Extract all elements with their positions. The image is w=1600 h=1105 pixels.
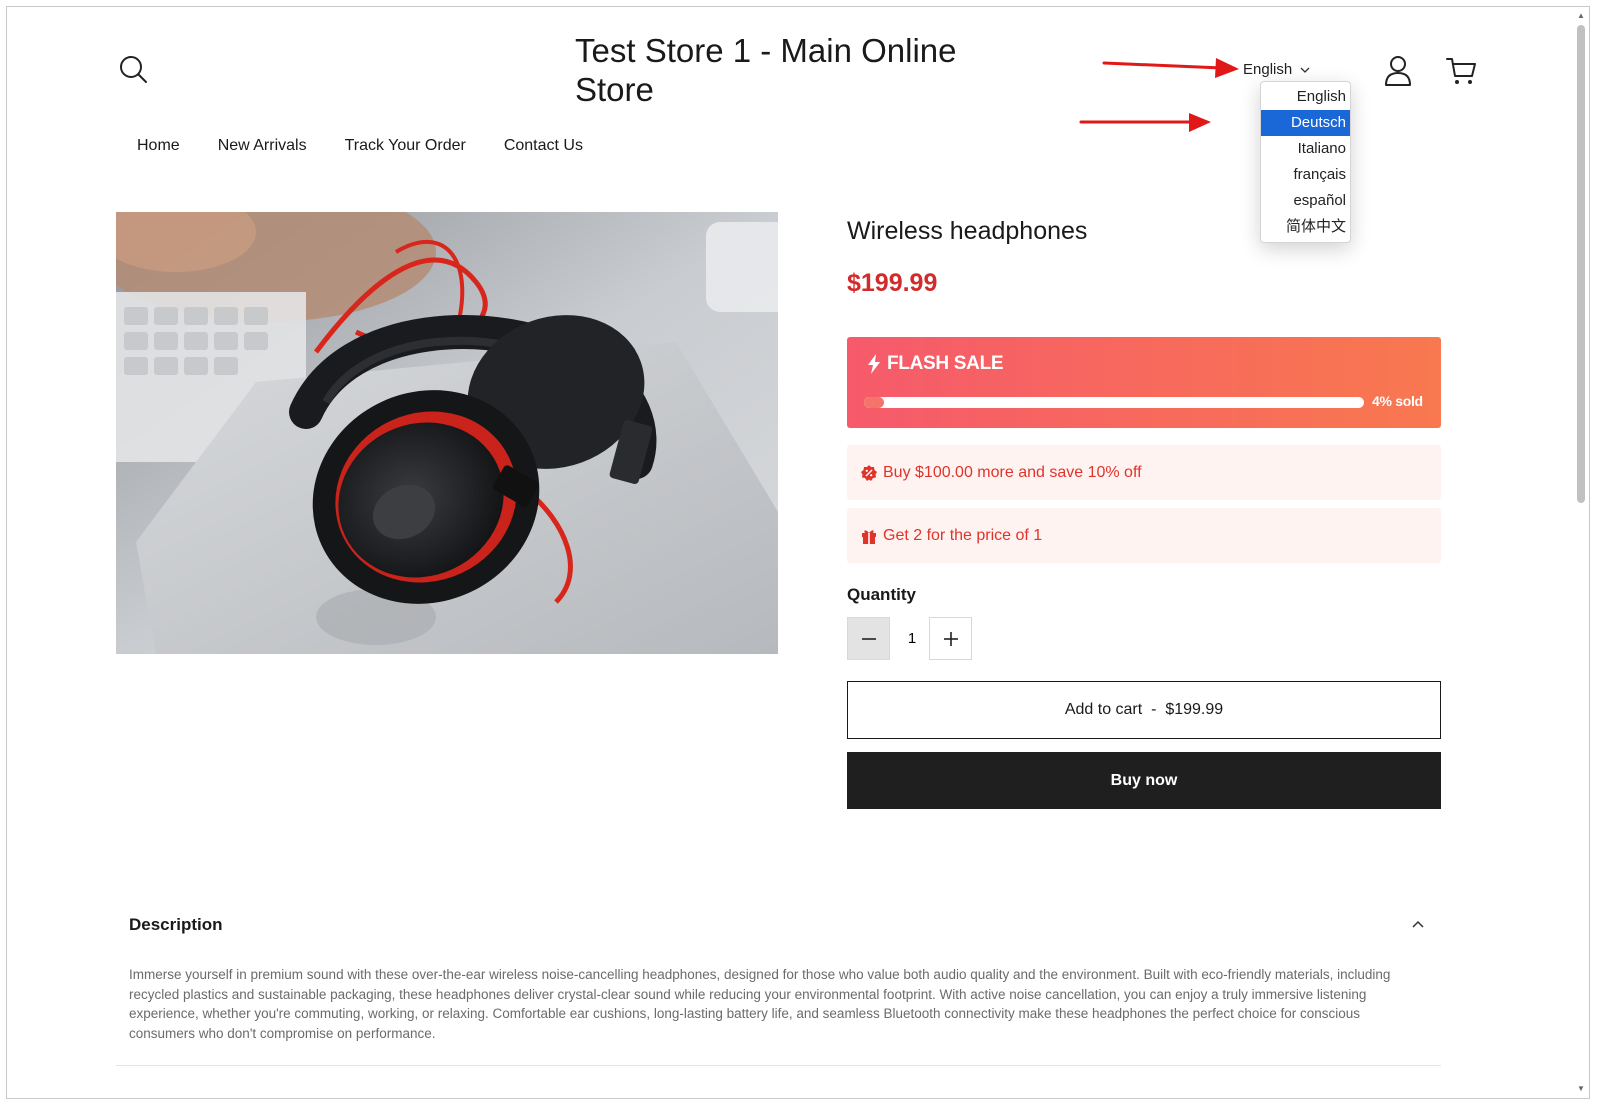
language-select[interactable]: English (1243, 61, 1310, 78)
annotation-arrow-icon (1079, 113, 1211, 132)
language-option-francais[interactable]: français (1261, 162, 1350, 188)
nav-item-new-arrivals[interactable]: New Arrivals (218, 137, 307, 155)
plus-icon (943, 631, 958, 646)
nav-item-contact[interactable]: Contact Us (504, 137, 583, 155)
description-body: Immerse yourself in premium sound with t… (129, 967, 1391, 1041)
annotation-arrow-icon (1102, 58, 1239, 78)
add-to-cart-button[interactable]: Add to cart - $199.99 (847, 681, 1441, 739)
product-title: Wireless headphones (847, 217, 1088, 245)
description-heading[interactable]: Description (129, 915, 223, 935)
account-icon[interactable] (1383, 55, 1413, 87)
flash-sale-banner: FLASH SALE 4% sold (847, 337, 1441, 428)
quantity-increase-button[interactable] (929, 617, 972, 660)
cart-icon[interactable] (1445, 55, 1477, 87)
divider (116, 1065, 1441, 1066)
buy-now-button[interactable]: Buy now (847, 752, 1441, 809)
flash-sale-label: FLASH SALE (887, 353, 1004, 374)
page-scrollbar[interactable]: ▲ ▼ (1573, 7, 1589, 1098)
flash-sale-progress-fill (864, 397, 884, 408)
browser-page: Test Store 1 - Main Online Store English… (6, 6, 1590, 1099)
flash-sale-sold: 4% sold (1372, 393, 1423, 409)
language-option-deutsch[interactable]: Deutsch (1261, 110, 1350, 136)
nav-item-home[interactable]: Home (137, 137, 180, 155)
flash-sale-progress (864, 397, 1364, 408)
language-option-italiano[interactable]: Italiano (1261, 136, 1350, 162)
promo-discount-text: Buy $100.00 more and save 10% off (883, 463, 1142, 481)
lightning-icon (868, 354, 880, 374)
scroll-down-icon[interactable]: ▼ (1576, 1084, 1586, 1094)
language-option-chinese[interactable]: 简体中文 (1261, 214, 1350, 240)
nav-item-track-order[interactable]: Track Your Order (345, 137, 466, 155)
language-option-espanol[interactable]: español (1261, 188, 1350, 214)
language-dropdown: English Deutsch Italiano français españo… (1260, 81, 1351, 243)
scrollbar-thumb[interactable] (1577, 25, 1585, 503)
chevron-up-icon[interactable] (1411, 918, 1425, 932)
language-option-english[interactable]: English (1261, 84, 1350, 110)
quantity-label: Quantity (847, 585, 916, 604)
product-image[interactable] (116, 212, 778, 654)
gift-icon (862, 529, 876, 544)
quantity-decrease-button[interactable] (847, 617, 890, 660)
scroll-up-icon[interactable]: ▲ (1576, 11, 1586, 21)
promo-bundle-text: Get 2 for the price of 1 (883, 526, 1043, 544)
minus-icon (861, 637, 876, 640)
product-price: $199.99 (847, 269, 938, 297)
discount-badge-icon (861, 464, 877, 481)
main-nav: Home New Arrivals Track Your Order Conta… (137, 137, 583, 155)
store-title[interactable]: Test Store 1 - Main Online Store (575, 31, 995, 109)
chevron-down-icon (1300, 67, 1310, 73)
search-icon[interactable] (117, 53, 149, 85)
promo-discount: Buy $100.00 more and save 10% off (847, 445, 1441, 500)
quantity-input[interactable] (893, 617, 931, 660)
promo-bundle: Get 2 for the price of 1 (847, 508, 1441, 563)
